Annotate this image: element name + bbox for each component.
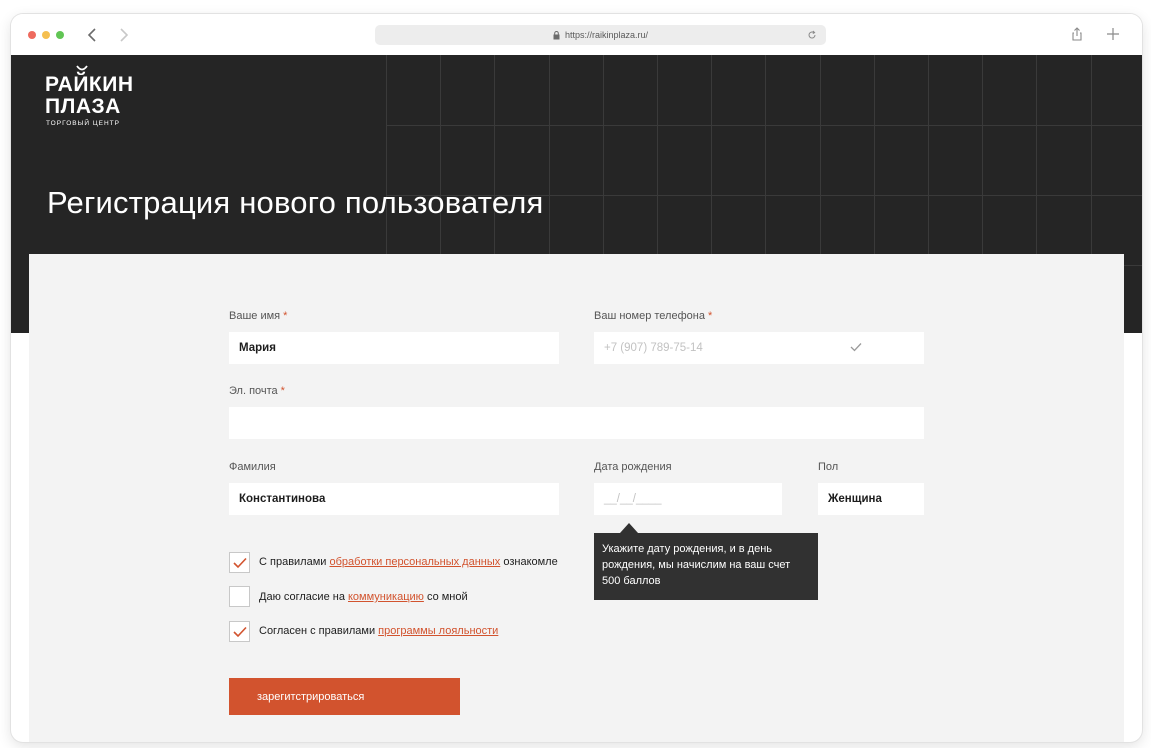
birthdate-tooltip: Укажите дату рождения, и в день рождения… xyxy=(594,533,818,600)
valid-check-icon xyxy=(850,343,862,352)
communication-link[interactable]: коммуникацию xyxy=(348,591,424,603)
browser-toolbar: https://raikinplaza.ru/ xyxy=(11,14,1142,55)
page-title: Регистрация нового пользователя xyxy=(47,185,544,220)
consent-text: ознакомле xyxy=(500,556,558,568)
share-icon[interactable] xyxy=(1069,26,1085,42)
email-label-text: Эл. почта xyxy=(229,385,278,397)
url-text: https://raikinplaza.ru/ xyxy=(564,30,649,40)
back-icon[interactable] xyxy=(84,26,102,44)
phone-label-text: Ваш номер телефона xyxy=(594,310,705,322)
gender-select[interactable]: Женщина xyxy=(818,483,924,515)
phone-input[interactable]: +7 (907) 789-75-14 xyxy=(594,332,924,364)
close-window-button[interactable] xyxy=(28,31,36,39)
birthdate-input[interactable]: __/__/____ xyxy=(594,483,782,515)
name-input[interactable]: Мария xyxy=(229,332,559,364)
consent-text: со мной xyxy=(423,591,468,603)
name-label-text: Ваше имя xyxy=(229,310,281,322)
site-logo[interactable]: РАЙКИН ПЛАЗА ТОРГОВЫЙ ЦЕНТР xyxy=(45,59,155,139)
name-label: Ваше имя * xyxy=(229,310,287,322)
logo-subtitle: ТОРГОВЫЙ ЦЕНТР xyxy=(46,120,120,127)
gender-label: Пол xyxy=(818,461,839,473)
required-mark: * xyxy=(283,310,288,322)
consent-loyalty-label: Согласен с правилами программы лояльност… xyxy=(259,625,498,637)
birthdate-label: Дата рождения xyxy=(594,461,672,473)
surname-input[interactable]: Константинова xyxy=(229,483,559,515)
consent-personal-data-checkbox[interactable] xyxy=(229,552,250,573)
required-mark: * xyxy=(707,310,713,322)
checkmark-icon xyxy=(233,626,247,638)
register-button[interactable]: зарегитстрироваться xyxy=(229,678,460,715)
registration-card xyxy=(29,254,1124,742)
minimize-window-button[interactable] xyxy=(42,31,50,39)
consent-communication-label: Даю согласие на коммуникацию со мной xyxy=(259,591,468,603)
phone-value: +7 (907) 789-75-14 xyxy=(604,342,703,354)
consent-text: Согласен с правилами xyxy=(259,625,379,637)
loyalty-program-link[interactable]: программы лояльности xyxy=(378,625,498,637)
reload-icon[interactable] xyxy=(807,30,817,40)
consent-loyalty-checkbox[interactable] xyxy=(229,621,250,642)
new-tab-icon[interactable] xyxy=(1105,26,1121,42)
phone-label: Ваш номер телефона * xyxy=(594,310,712,322)
forward-icon[interactable] xyxy=(114,26,132,44)
consent-communication-checkbox[interactable] xyxy=(229,586,250,607)
required-mark: * xyxy=(280,385,285,397)
consent-text: С правилами xyxy=(259,556,330,568)
consent-text: Даю согласие на xyxy=(259,591,348,603)
email-label: Эл. почта * xyxy=(229,385,285,397)
surname-label: Фамилия xyxy=(229,461,276,473)
lock-icon xyxy=(553,30,560,39)
browser-window: https://raikinplaza.ru/ РАЙКИН ПЛАЗА ТОР… xyxy=(11,14,1142,742)
personal-data-link[interactable]: обработки персональных данных xyxy=(329,556,500,568)
checkmark-icon xyxy=(233,557,247,569)
address-bar[interactable]: https://raikinplaza.ru/ xyxy=(375,25,826,45)
zoom-window-button[interactable] xyxy=(56,31,64,39)
logo-line-2: ПЛАЗА xyxy=(45,95,121,118)
tooltip-arrow xyxy=(620,523,638,533)
email-input[interactable] xyxy=(229,407,924,439)
logo-line-1: РАЙКИН xyxy=(45,73,134,96)
consent-personal-data-label: С правилами обработки персональных данны… xyxy=(259,556,594,568)
